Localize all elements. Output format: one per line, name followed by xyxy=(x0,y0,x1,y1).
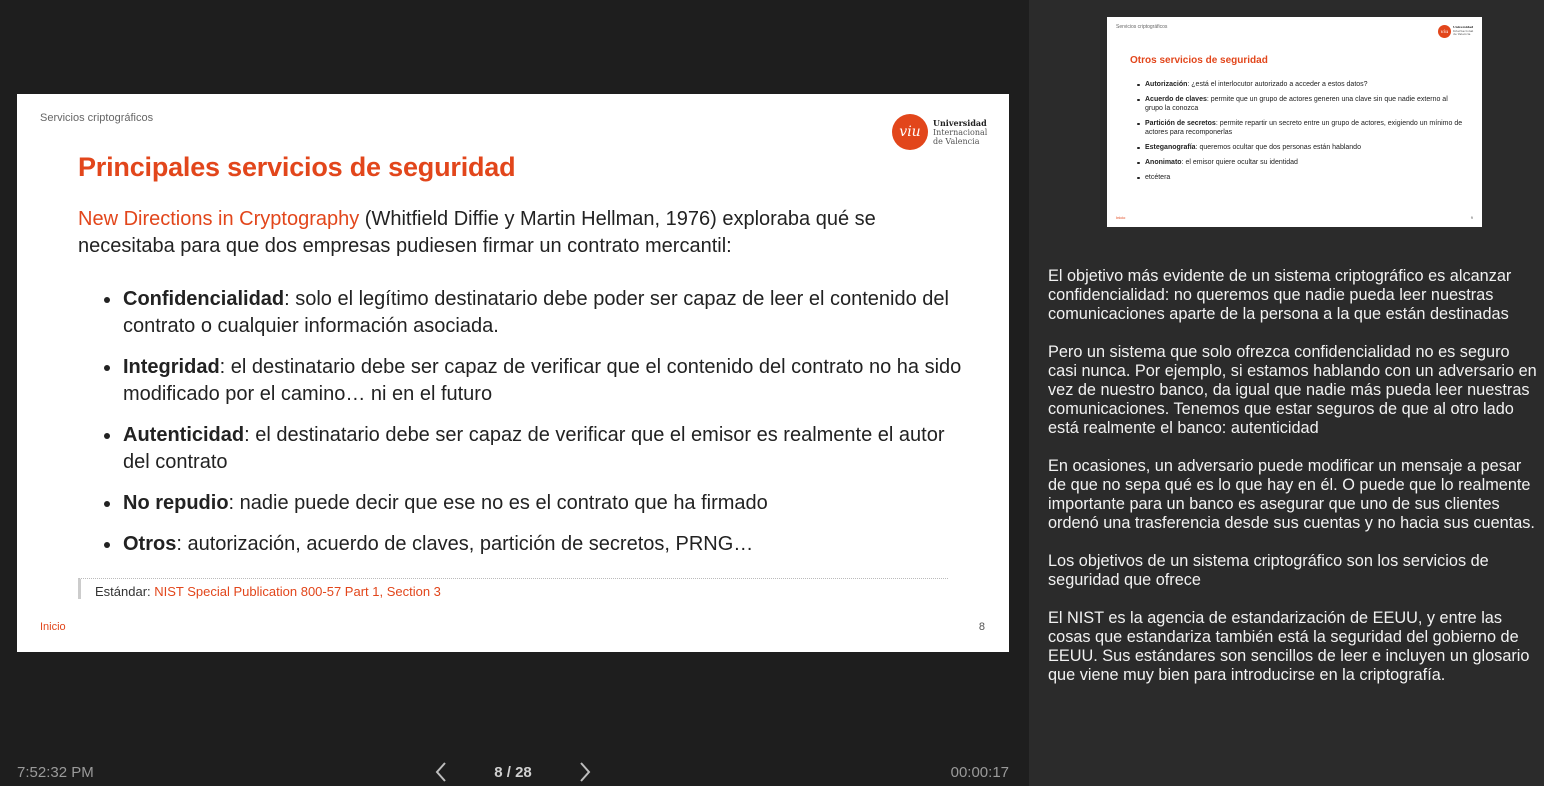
slide-page-number: 8 xyxy=(978,621,985,633)
logo-line-3: de Valencia xyxy=(933,136,980,146)
previous-slide-button[interactable] xyxy=(432,760,450,784)
note-paragraph: Pero un sistema que solo ofrezca confide… xyxy=(1048,343,1537,437)
note-paragraph: El objetivo más evidente de un sistema c… xyxy=(1048,267,1512,323)
bullet-term: Autenticidad xyxy=(123,424,245,446)
bullet-term: Confidencialidad xyxy=(123,288,285,310)
chevron-left-icon xyxy=(435,762,446,782)
slide-intro: New Directions in Cryptography (Whitfiel… xyxy=(78,206,968,260)
bullet-text: etcétera xyxy=(1145,174,1171,181)
next-slide-logo: viu Universidad Internacional de Valenci… xyxy=(1438,25,1473,38)
presenter-main-pane: Servicios criptográficos viu Universidad… xyxy=(0,0,1029,786)
bullet-term: No repudio xyxy=(123,492,229,514)
logo-mark: viu xyxy=(1438,25,1451,38)
current-slide[interactable]: Servicios criptográficos viu Universidad… xyxy=(17,94,1009,652)
next-slide-page-number: 9 xyxy=(1470,215,1473,220)
logo-text: Universidad Internacional de Valencia xyxy=(1453,26,1473,37)
bullet-term: Esteganografía xyxy=(1145,144,1196,151)
bullet-text: : el destinatario debe ser capaz de veri… xyxy=(123,356,962,405)
logo-text: Universidad Internacional de Valencia xyxy=(933,117,988,146)
bullet-text: : queremos ocultar que dos personas está… xyxy=(1195,144,1361,151)
bullet-term: Partición de secretos xyxy=(1145,120,1216,127)
next-slide-bullet-list: Autorización: ¿está el interlocutor auto… xyxy=(1137,80,1467,188)
bullet-item: Acuerdo de claves: permite que un grupo … xyxy=(1137,95,1467,113)
bullet-text: : ¿está el interlocutor autorizado a acc… xyxy=(1187,81,1368,88)
intro-link[interactable]: New Directions in Cryptography xyxy=(78,208,359,230)
bullet-term: Autorización xyxy=(1145,81,1188,88)
bullet-item: Confidencialidad: solo el legítimo desti… xyxy=(103,286,963,340)
bullet-term: Anonimato xyxy=(1145,159,1182,166)
bullet-item: Autenticidad: el destinatario debe ser c… xyxy=(103,422,963,476)
bullet-text: : el destinatario debe ser capaz de veri… xyxy=(123,424,945,473)
next-slide-preview[interactable]: Servicios criptográficos viu Universidad… xyxy=(1107,17,1482,227)
slide-bullet-list: Confidencialidad: solo el legítimo desti… xyxy=(103,286,963,572)
standard-note: Estándar: NIST Special Publication 800-5… xyxy=(78,578,948,599)
logo-mark: viu xyxy=(892,114,928,150)
next-slide-title: Otros servicios de seguridad xyxy=(1130,55,1268,66)
bullet-item: etcétera xyxy=(1137,173,1467,182)
note-paragraph: En ocasiones, un adversario puede modifi… xyxy=(1048,457,1535,532)
bullet-item: Autorización: ¿está el interlocutor auto… xyxy=(1137,80,1467,89)
current-time: 7:52:32 PM xyxy=(17,764,94,781)
bullet-term: Acuerdo de claves xyxy=(1145,96,1207,103)
logo-line-3: de Valencia xyxy=(1453,32,1471,37)
note-paragraph: Los objetivos de un sistema criptográfic… xyxy=(1048,552,1489,589)
slide-title: Principales servicios de seguridad xyxy=(78,152,516,182)
bullet-text: : nadie puede decir que ese no es el con… xyxy=(228,492,768,514)
bullet-item: Otros: autorización, acuerdo de claves, … xyxy=(103,531,963,558)
note-paragraph: El NIST es la agencia de estandarización… xyxy=(1048,609,1530,684)
next-slide-inicio-link: Inicio xyxy=(1116,215,1126,220)
bullet-item: No repudio: nadie puede decir que ese no… xyxy=(103,490,963,517)
inicio-link[interactable]: Inicio xyxy=(40,621,66,633)
chevron-right-icon xyxy=(580,762,591,782)
next-slide-button[interactable] xyxy=(576,760,594,784)
bullet-item: Esteganografía: queremos ocultar que dos… xyxy=(1137,143,1467,152)
logo-line-1: Universidad xyxy=(933,117,987,128)
bullet-item: Anonimato: el emisor quiere ocultar su i… xyxy=(1137,158,1467,167)
standard-label: Estándar: xyxy=(95,584,155,599)
logo-line-2: Internacional xyxy=(933,127,988,137)
bullet-text: : el emisor quiere ocultar su identidad xyxy=(1181,159,1298,166)
standard-link[interactable]: NIST Special Publication 800-57 Part 1, … xyxy=(154,584,441,599)
slide-header: Servicios criptográficos xyxy=(40,112,154,124)
bullet-term: Otros xyxy=(123,533,177,555)
bullet-term: Integridad xyxy=(123,356,220,378)
elapsed-timer: 00:00:17 xyxy=(950,764,1009,781)
presenter-side-pane: Servicios criptográficos viu Universidad… xyxy=(1029,0,1544,786)
next-slide-header: Servicios criptográficos xyxy=(1116,24,1168,30)
slide-counter: 8 / 28 xyxy=(494,764,532,781)
bullet-text: : autorización, acuerdo de claves, parti… xyxy=(176,533,754,555)
bullet-item: Partición de secretos: permite repartir … xyxy=(1137,119,1467,137)
university-logo: viu Universidad Internacional de Valenci… xyxy=(892,114,988,150)
speaker-notes[interactable]: El objetivo más evidente de un sistema c… xyxy=(1048,267,1538,704)
bullet-item: Integridad: el destinatario debe ser cap… xyxy=(103,354,963,408)
